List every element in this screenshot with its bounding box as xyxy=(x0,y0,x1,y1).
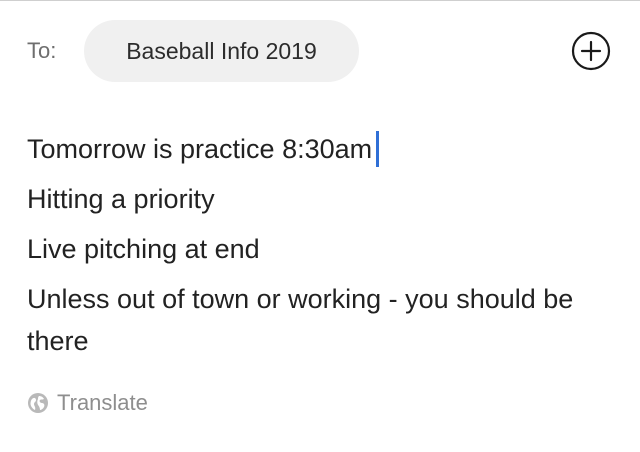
translate-label: Translate xyxy=(57,390,148,415)
message-line: Hitting a priority xyxy=(27,184,215,214)
translate-button[interactable]: Translate xyxy=(27,390,148,416)
message-line: Tomorrow is practice 8:30am xyxy=(27,128,617,170)
recipient-chip[interactable]: Baseball Info 2019 xyxy=(84,20,359,82)
top-divider xyxy=(0,0,640,1)
plus-circle-icon xyxy=(571,31,611,71)
to-label: To: xyxy=(27,38,57,63)
add-recipient-button[interactable] xyxy=(571,31,611,71)
recipient-name: Baseball Info 2019 xyxy=(126,37,317,64)
globe-icon xyxy=(28,393,48,413)
message-line-text: Tomorrow is practice 8:30am xyxy=(27,134,373,164)
message-line: Unless out of town or working - you shou… xyxy=(27,284,574,356)
message-body[interactable]: Tomorrow is practice 8:30am Hitting a pr… xyxy=(27,128,617,370)
message-line: Live pitching at end xyxy=(27,234,260,264)
text-cursor xyxy=(376,130,380,167)
